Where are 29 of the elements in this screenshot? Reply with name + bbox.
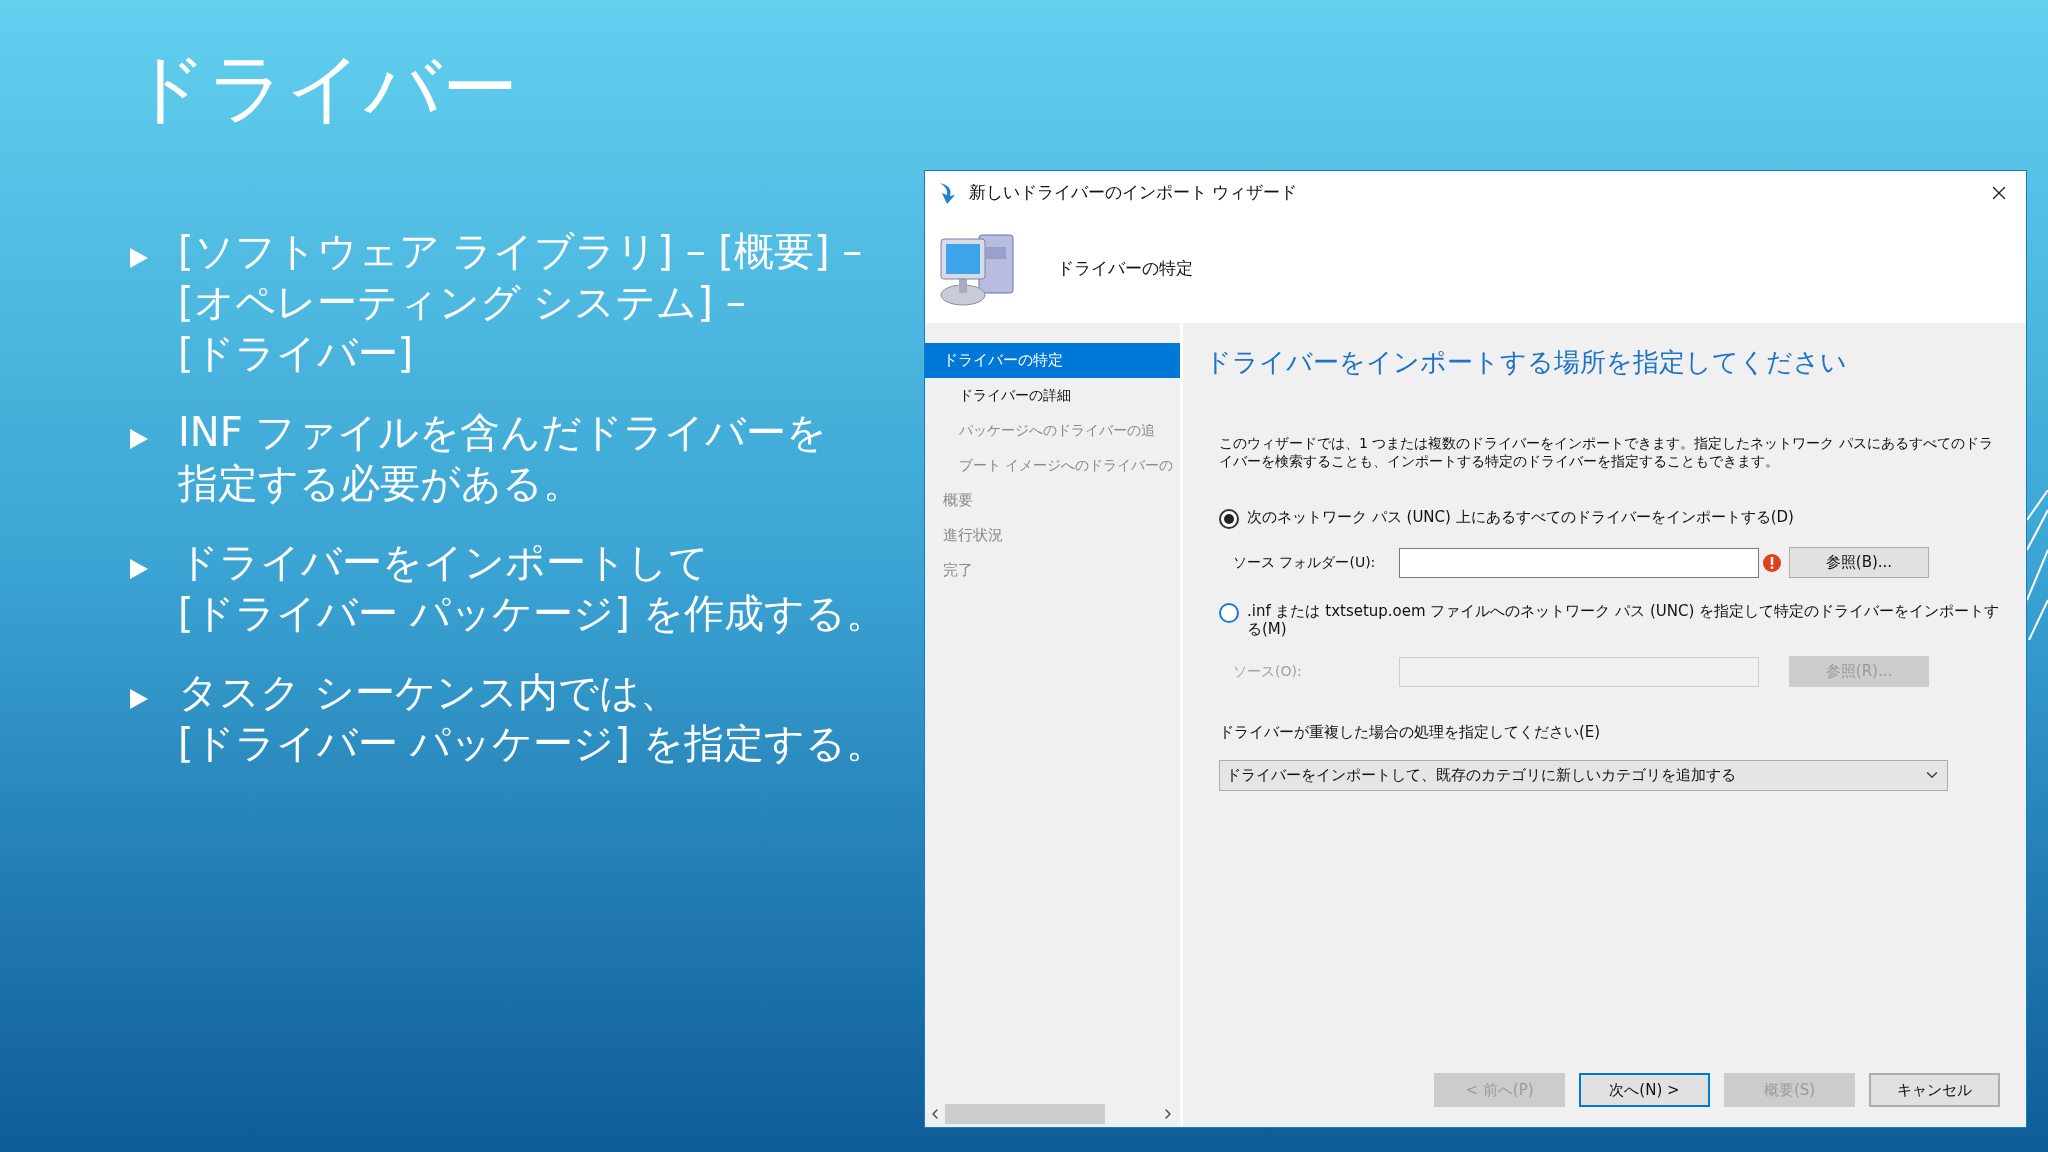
radio-button[interactable] (1219, 509, 1239, 529)
sidebar-item[interactable]: ドライバーの特定 (925, 343, 1180, 378)
wizard-button[interactable]: キャンセル (1869, 1073, 2000, 1107)
page-heading: ドライバーをインポートする場所を指定してください (1205, 346, 1847, 379)
duplicate-dropdown[interactable]: ドライバーをインポートして、既存のカテゴリに新しいカテゴリを追加する (1219, 759, 1948, 791)
computer-icon (937, 231, 1017, 307)
radio-label[interactable]: .inf または txtsetup.oem ファイルへのネットワーク パス (UNC) を指定して特定のドライバーをインポートする(M) (1247, 602, 2000, 638)
bullet-text: ドライバーをインポートして [ドライバー パッケージ] を作成する。 (178, 538, 886, 638)
bullet-icon (130, 248, 148, 268)
field-label: ソース(O): (1232, 662, 1303, 681)
page-header: ドライバーの特定 (1057, 257, 1193, 281)
bullet-icon (130, 429, 148, 449)
source-field[interactable] (1399, 547, 1759, 578)
bullet-icon (130, 689, 148, 709)
slide-title: ドライバー (130, 50, 518, 126)
sidebar-item[interactable]: ドライバーの詳細 (925, 378, 1180, 413)
window-title: 新しいドライバーのインポート ウィザード (969, 181, 1298, 205)
description-text: このウィザードでは、1 つまたは複数のドライバーをインポートできます。指定したネットワーク パスにあるすべてのドライバーを検索することも、インポートする特定のドライバーを指定することもできます。 (1219, 434, 1994, 470)
radio-label[interactable]: 次のネットワーク パス (UNC) 上にあるすべてのドライバーをインポートする(D) (1247, 508, 1794, 526)
bullet-text: INF ファイルを含んだドライバーを 指定する必要がある。 (178, 408, 828, 508)
bullet-text: [ソフトウェア ライブラリ] – [概要] – [オペレーティング システム] – [ドライバー] (178, 227, 863, 378)
bullet-icon (130, 559, 148, 579)
field-label: ソース フォルダー(U): (1232, 553, 1377, 572)
radio-button[interactable] (1219, 603, 1239, 623)
bullet-text: タスク シーケンス内では、 [ドライバー パッケージ] を指定する。 (178, 668, 886, 768)
browse-button[interactable]: 参照(B)... (1789, 547, 1929, 578)
scrollbar-thumb[interactable] (945, 1104, 1105, 1124)
duplicate-label: ドライバーが重複した場合の処理を指定してください(E) (1219, 722, 1601, 743)
wizard-button[interactable]: 次へ(N) > (1579, 1073, 1710, 1107)
